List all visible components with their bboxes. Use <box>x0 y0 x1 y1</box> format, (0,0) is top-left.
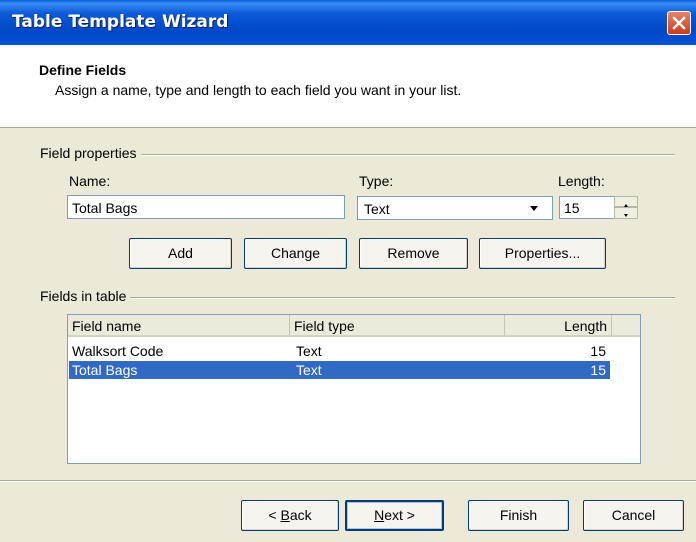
back-button-accel: B <box>280 507 290 523</box>
close-button[interactable] <box>667 11 691 35</box>
window-title: Table Template Wizard <box>12 12 229 32</box>
page-subtitle: Assign a name, type and length to each f… <box>55 82 462 98</box>
column-header-field-type[interactable]: Field type <box>290 315 505 337</box>
field-properties-label: Field properties <box>40 145 141 161</box>
fields-list[interactable]: Field name Field type Length Walksort Co… <box>67 314 641 464</box>
spin-down-button[interactable] <box>614 207 638 219</box>
column-header-length[interactable]: Length <box>505 315 612 337</box>
add-button[interactable]: Add <box>129 238 232 269</box>
properties-button[interactable]: Properties... <box>479 238 606 269</box>
change-button[interactable]: Change <box>244 238 347 269</box>
remove-button[interactable]: Remove <box>359 238 468 269</box>
spin-down-icon <box>624 214 628 217</box>
column-header-filler <box>612 315 640 337</box>
row-length: 15 <box>590 362 606 378</box>
row-field-name: Total Bags <box>72 362 138 378</box>
next-button[interactable]: Next > <box>345 500 444 531</box>
finish-button[interactable]: Finish <box>468 500 569 531</box>
row-field-type: Text <box>296 343 322 359</box>
cancel-button[interactable]: Cancel <box>583 500 684 531</box>
name-label: Name: <box>69 173 111 189</box>
row-field-type: Text <box>296 362 322 378</box>
next-button-rest: ext > <box>384 507 415 523</box>
next-button-accel: N <box>374 507 385 523</box>
back-button-rest: ack <box>289 507 312 523</box>
fields-in-table-divider <box>40 297 675 299</box>
spin-up-button[interactable] <box>614 196 638 207</box>
title-bar: Table Template Wizard <box>0 0 696 45</box>
wizard-window: Table Template Wizard Define Fields Assi… <box>0 0 696 542</box>
back-button[interactable]: < Back <box>241 500 339 531</box>
length-spinner <box>614 196 638 219</box>
page-title: Define Fields <box>39 62 127 78</box>
type-select-value: Text <box>364 201 390 217</box>
close-icon <box>672 16 686 30</box>
type-dropdown-button[interactable] <box>525 198 543 218</box>
length-input[interactable]: 15 <box>559 196 615 219</box>
wizard-header: Define Fields Assign a name, type and le… <box>0 45 696 128</box>
type-select[interactable]: Text <box>357 196 553 220</box>
row-length: 15 <box>590 343 606 359</box>
fields-in-table-label: Fields in table <box>40 288 131 304</box>
chevron-down-icon <box>530 206 538 211</box>
footer-divider <box>0 480 696 482</box>
name-input[interactable]: Total Bags <box>67 195 345 219</box>
table-row-selected[interactable]: Total Bags Text 15 <box>69 361 610 379</box>
length-label: Length: <box>558 173 605 189</box>
back-button-prefix: < <box>268 507 281 523</box>
type-label: Type: <box>359 173 394 189</box>
row-field-name: Walksort Code <box>72 343 164 359</box>
table-row[interactable]: Walksort Code Text 15 <box>69 342 610 360</box>
column-header-field-name[interactable]: Field name <box>68 315 290 337</box>
